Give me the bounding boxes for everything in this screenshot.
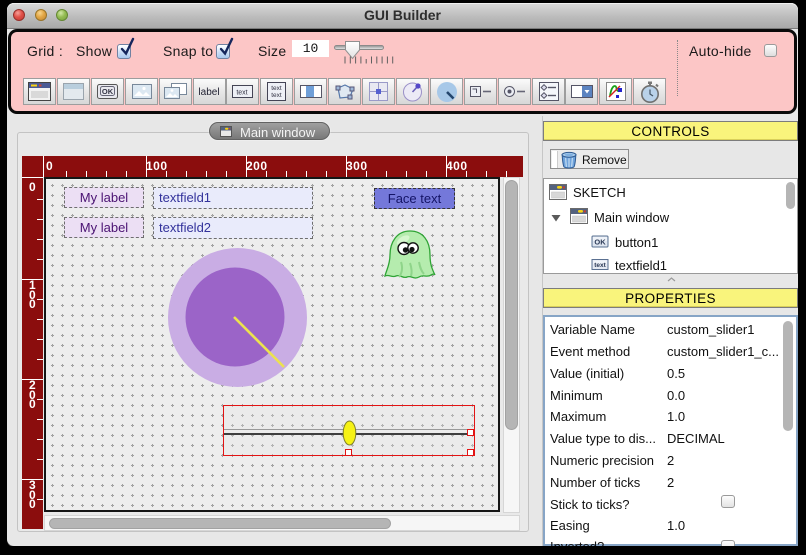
svg-text:OK: OK (594, 238, 606, 247)
svg-text:text: text (271, 92, 282, 99)
svg-text:label: label (198, 87, 219, 97)
svg-text:text: text (271, 85, 282, 92)
svg-text:text: text (594, 262, 606, 269)
svg-text:OK: OK (102, 87, 114, 96)
svg-text:text: text (236, 90, 247, 97)
